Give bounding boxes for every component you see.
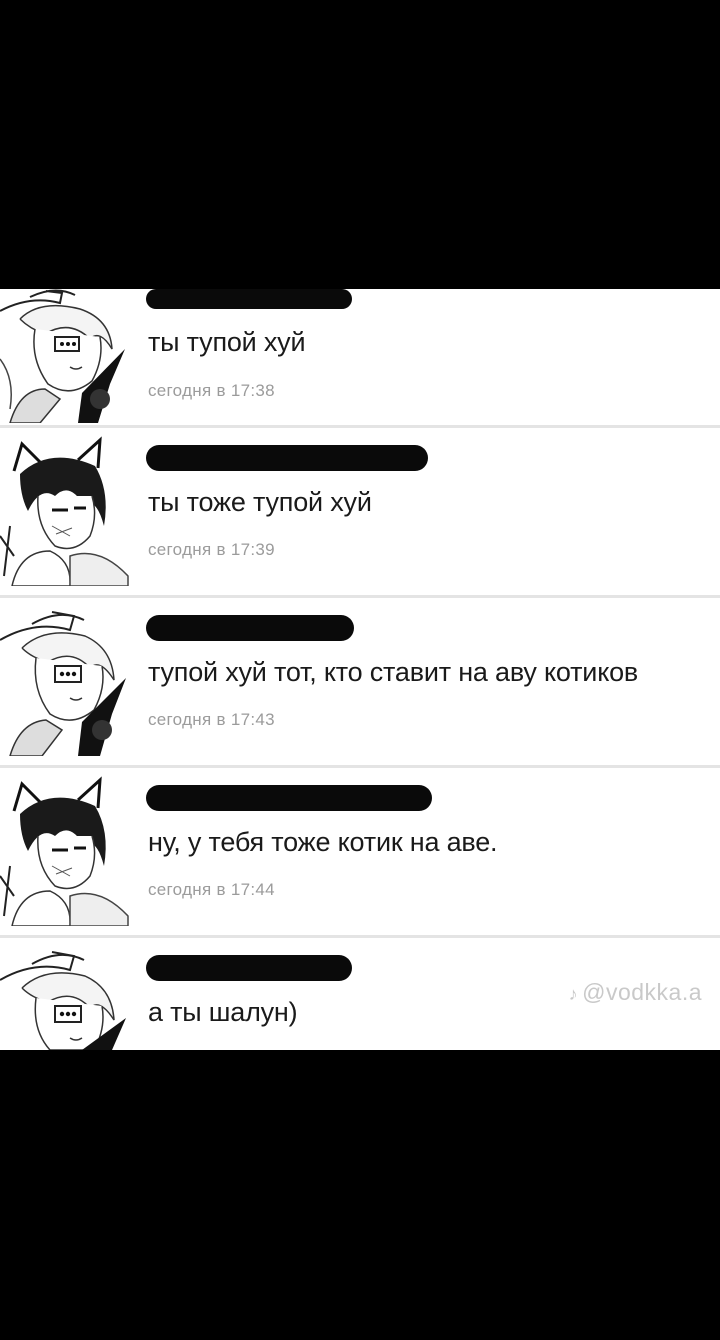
- message-text: ты тупой хуй: [148, 327, 306, 357]
- cat-ears-avatar[interactable]: [0, 436, 130, 586]
- message-text: а ты шалун): [148, 997, 298, 1027]
- redacted-username: [146, 955, 352, 981]
- message-item: ты тупой хуй сегодня в 17:38: [0, 289, 720, 423]
- message-text: ты тоже тупой хуй: [148, 487, 372, 517]
- tiktok-watermark: ♪ @vodkka.a: [569, 979, 702, 1006]
- tiktok-icon: ♪: [568, 984, 579, 1004]
- cat-ears-avatar[interactable]: [0, 776, 130, 926]
- message-item: тупой хуй тот, кто ставит на аву котиков…: [0, 598, 720, 765]
- message-timestamp: сегодня в 17:44: [148, 880, 275, 899]
- redacted-username: [146, 785, 432, 811]
- message-text: ну, у тебя тоже котик на аве.: [148, 827, 498, 857]
- redacted-username: [146, 289, 352, 309]
- message-text: тупой хуй тот, кто ставит на аву котиков: [148, 657, 639, 687]
- hat-boy-avatar[interactable]: [0, 606, 130, 756]
- hat-boy-avatar[interactable]: [0, 289, 130, 423]
- watermark-handle: @vodkka.a: [582, 979, 702, 1005]
- message-timestamp: сегодня в 17:39: [148, 540, 275, 559]
- message-timestamp: сегодня в 17:38: [148, 381, 275, 400]
- redacted-username: [146, 615, 354, 641]
- hat-boy-avatar[interactable]: [0, 946, 130, 1050]
- redacted-username: [146, 445, 428, 471]
- message-timestamp: сегодня в 17:43: [148, 710, 275, 729]
- message-item: ну, у тебя тоже котик на аве. сегодня в …: [0, 768, 720, 935]
- message-item: ты тоже тупой хуй сегодня в 17:39: [0, 428, 720, 595]
- chat-screenshot: ты тупой хуй сегодня в 17:38 ты тоже туп…: [0, 289, 720, 1050]
